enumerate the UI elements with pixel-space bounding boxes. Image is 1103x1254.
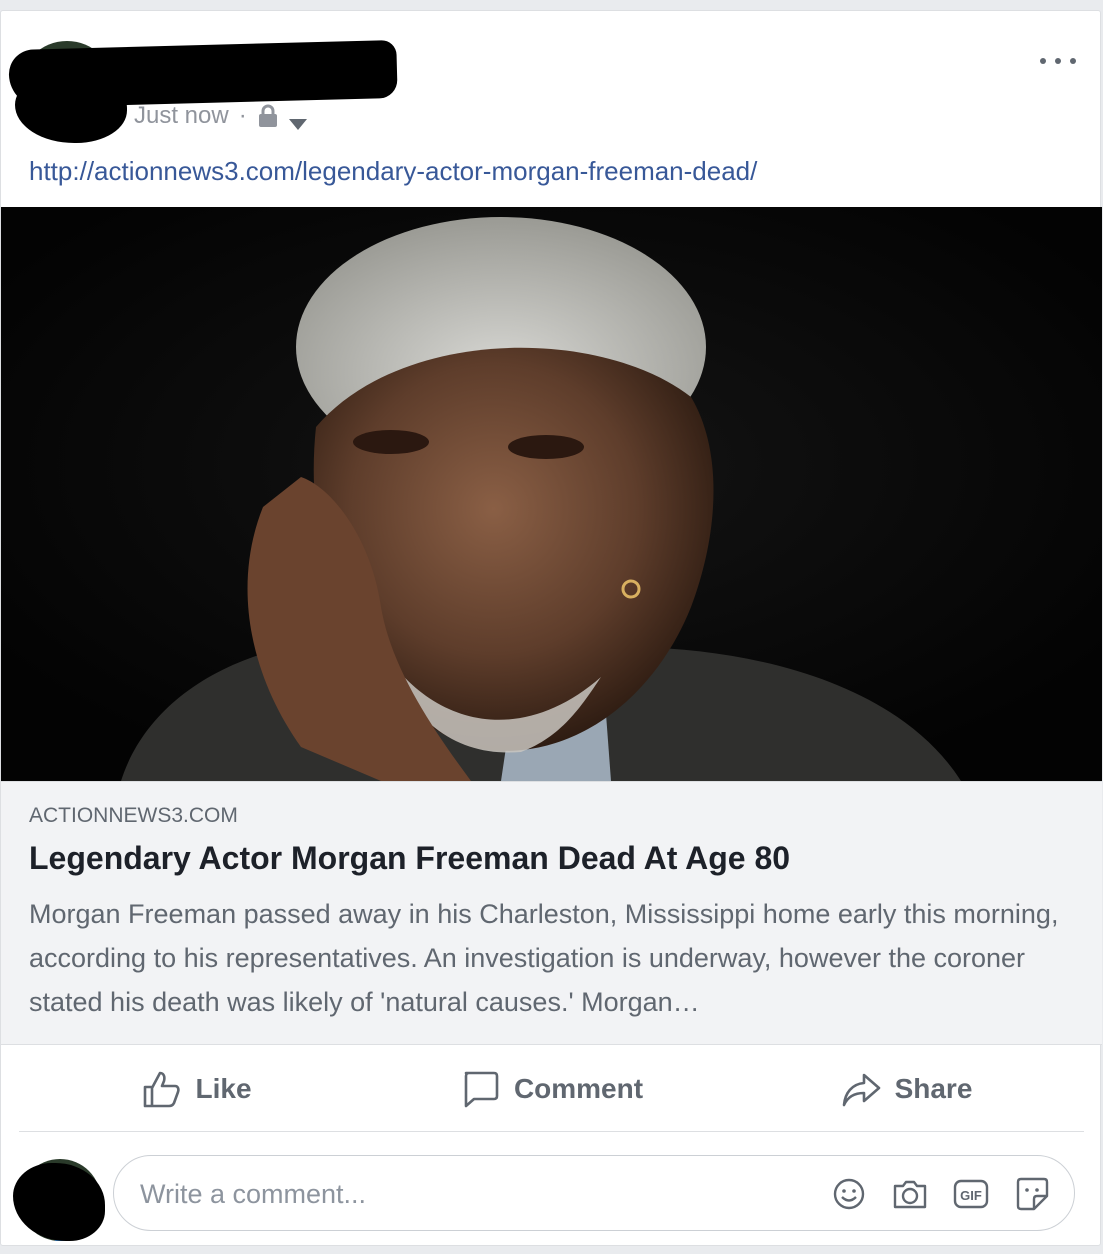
author-avatar-redaction bbox=[15, 71, 127, 143]
post-card: Just now · http://actionnews3.com/legend… bbox=[0, 10, 1102, 1246]
share-arrow-icon bbox=[842, 1073, 880, 1107]
preview-domain: ACTIONNEWS3.COM bbox=[29, 804, 238, 827]
speech-bubble-icon bbox=[464, 1071, 499, 1108]
link-preview[interactable]: ACTIONNEWS3.COM Legendary Actor Morgan F… bbox=[1, 781, 1102, 1045]
post-meta: Just now · bbox=[134, 101, 307, 131]
meta-separator: · bbox=[238, 102, 247, 129]
preview-title[interactable]: Legendary Actor Morgan Freeman Dead At A… bbox=[29, 840, 1069, 877]
comment-button[interactable]: Comment bbox=[374, 1047, 729, 1131]
comment-input[interactable] bbox=[138, 1174, 782, 1214]
share-label: Share bbox=[894, 1073, 973, 1104]
like-label: Like bbox=[195, 1073, 252, 1104]
comment-box[interactable]: GIF bbox=[113, 1155, 1075, 1231]
more-options-icon[interactable] bbox=[1040, 51, 1076, 71]
lock-icon[interactable] bbox=[257, 104, 279, 128]
comment-label: Comment bbox=[513, 1073, 644, 1104]
thumbs-up-icon bbox=[144, 1071, 181, 1108]
svg-text:GIF: GIF bbox=[960, 1188, 982, 1203]
post-link[interactable]: http://actionnews3.com/legendary-actor-m… bbox=[29, 156, 757, 187]
camera-icon[interactable] bbox=[892, 1176, 928, 1212]
emoji-icon[interactable] bbox=[831, 1176, 867, 1212]
article-photo[interactable] bbox=[1, 207, 1102, 781]
caret-down-icon[interactable] bbox=[288, 110, 307, 130]
post-timestamp[interactable]: Just now bbox=[134, 102, 229, 130]
post-actions: Like Comment Share bbox=[19, 1047, 1084, 1132]
sticker-icon[interactable] bbox=[1014, 1176, 1050, 1212]
gif-icon[interactable]: GIF bbox=[953, 1176, 989, 1212]
share-button[interactable]: Share bbox=[729, 1047, 1084, 1131]
like-button[interactable]: Like bbox=[19, 1047, 374, 1131]
preview-description: Morgan Freeman passed away in his Charle… bbox=[29, 899, 1059, 1017]
